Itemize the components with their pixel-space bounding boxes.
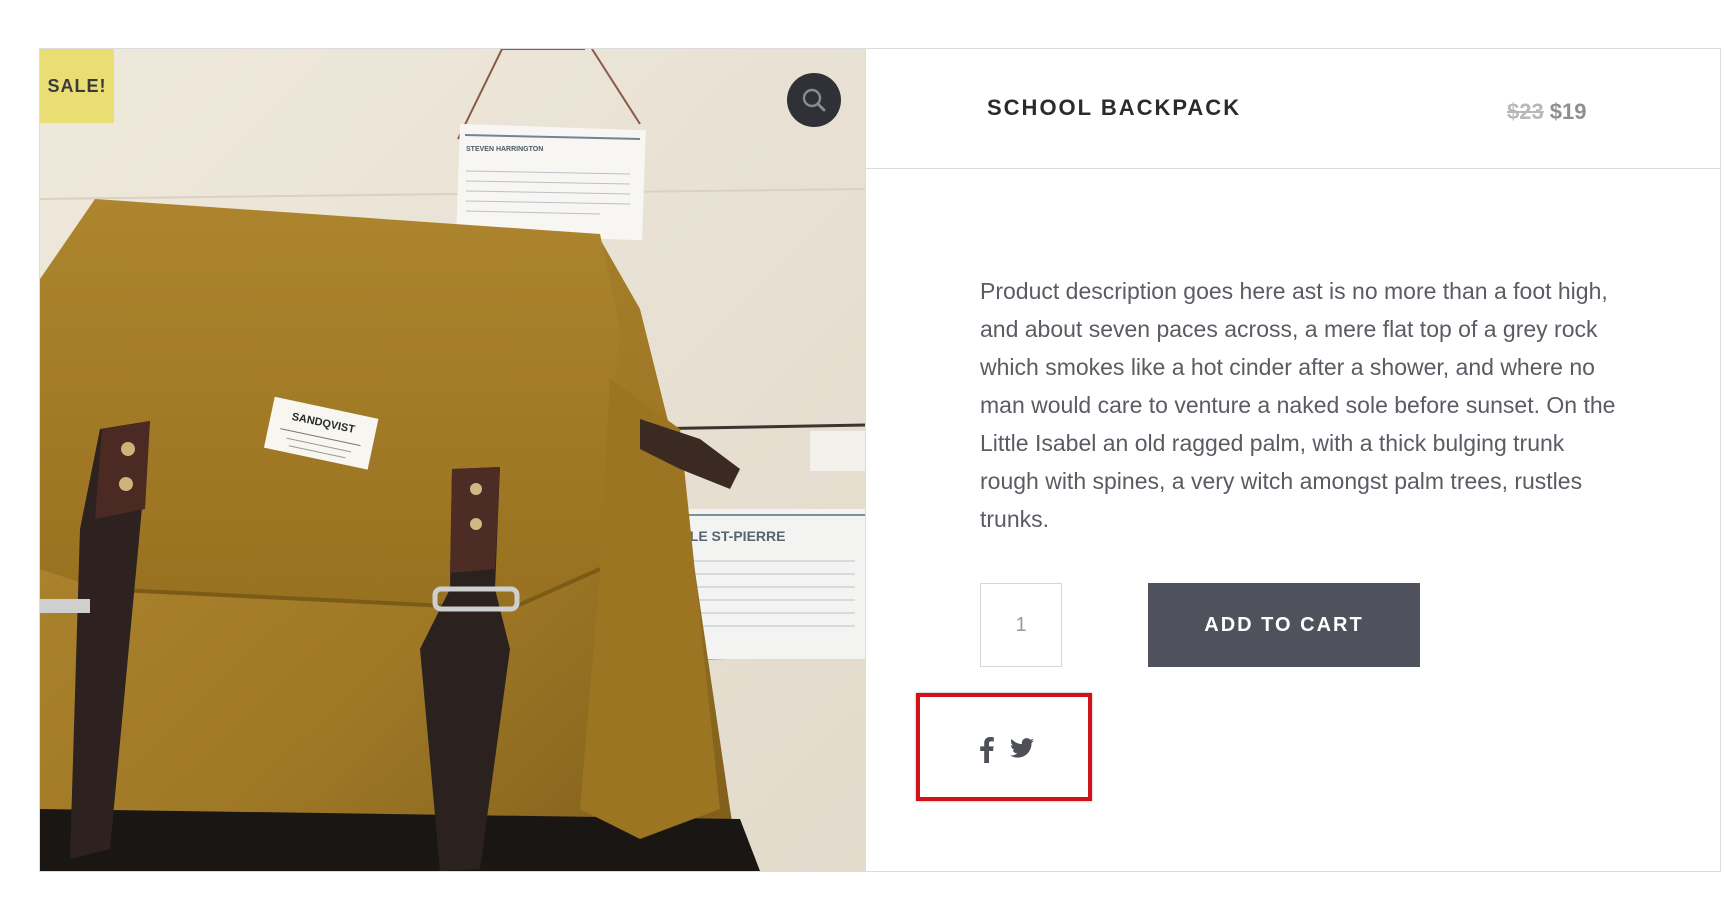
quantity-input[interactable] — [980, 583, 1062, 667]
product-info: SCHOOL BACKPACK $23 $19 Product descripti… — [865, 49, 1720, 871]
sale-badge: SALE! — [40, 49, 114, 123]
add-to-cart-button[interactable]: ADD TO CART — [1148, 583, 1420, 667]
poster-top-heading: STEVEN HARRINGTON — [466, 146, 543, 153]
product-header: SCHOOL BACKPACK $23 $19 — [866, 49, 1720, 169]
product-description: Product description goes here ast is no … — [980, 278, 1616, 532]
search-icon — [802, 88, 826, 112]
product-card: STEVEN HARRINGTON EILLE ST-PIERRE SANDQV… — [39, 48, 1721, 872]
share-links — [916, 693, 1092, 801]
sale-price: $19 — [1549, 99, 1587, 124]
backpack-photo: STEVEN HARRINGTON EILLE ST-PIERRE SANDQV… — [40, 49, 865, 871]
product-image[interactable]: STEVEN HARRINGTON EILLE ST-PIERRE SANDQV… — [40, 49, 865, 871]
zoom-button[interactable] — [787, 73, 841, 127]
facebook-icon[interactable] — [980, 737, 994, 763]
product-price: $23 $19 — [1507, 99, 1586, 125]
product-title: SCHOOL BACKPACK — [987, 95, 1242, 120]
twitter-icon[interactable] — [1010, 737, 1034, 759]
old-price: $23 — [1507, 99, 1544, 124]
